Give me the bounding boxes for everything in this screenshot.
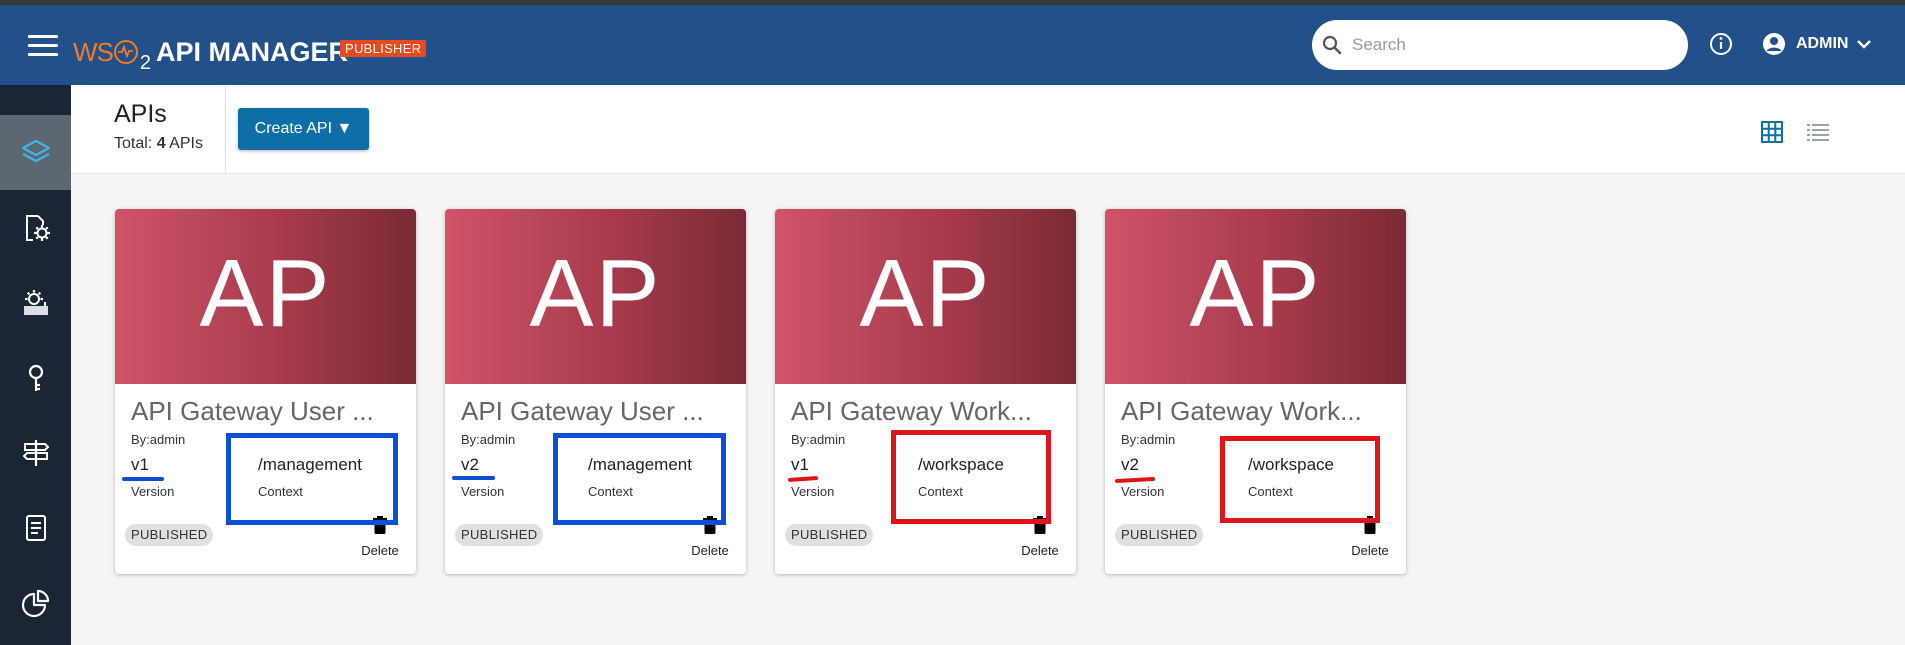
app-header: WS2 API MANAGER PUBLISHER ADMIN	[0, 5, 1905, 85]
search-box[interactable]	[1312, 20, 1688, 70]
thumbnail-text: AP	[199, 240, 332, 347]
account-circle-icon	[1763, 33, 1785, 55]
version-label: Version	[791, 484, 835, 499]
total-suffix: APIs	[169, 135, 203, 152]
annotation-box-blue	[553, 433, 726, 525]
api-owner: By:admin	[131, 432, 186, 447]
status-badge: PUBLISHED	[455, 524, 544, 546]
thumbnail-text: AP	[859, 240, 992, 347]
app-title: API MANAGER	[156, 37, 349, 67]
status-badge: PUBLISHED	[785, 524, 874, 546]
publisher-badge: PUBLISHER	[340, 40, 427, 57]
annotation-underline-blue	[122, 477, 164, 481]
status-badge: PUBLISHED	[125, 524, 214, 546]
version-label: Version	[131, 484, 175, 499]
divider	[225, 85, 226, 174]
service-catalog-icon	[23, 289, 48, 315]
thumbnail-text: AP	[529, 240, 662, 347]
api-owner: By:admin	[791, 432, 846, 447]
create-api-button[interactable]: Create API ▼	[238, 108, 369, 150]
sidebar-item-documents[interactable]	[0, 490, 71, 565]
status-badge: PUBLISHED	[1115, 524, 1204, 546]
sidebar-item-policies[interactable]	[0, 415, 71, 490]
page-title: APIs	[114, 100, 167, 128]
annotation-box-blue	[226, 433, 398, 525]
api-thumbnail[interactable]: AP	[775, 209, 1076, 384]
sidebar-item-keys[interactable]	[0, 340, 71, 415]
menu-icon[interactable]	[28, 35, 58, 57]
annotation-box-red	[891, 430, 1051, 524]
search-input[interactable]	[1352, 32, 1672, 58]
delete-label: Delete	[691, 543, 729, 558]
sidebar-item-api-settings[interactable]	[0, 190, 71, 265]
sidebar-item-apis[interactable]	[0, 115, 71, 190]
logo-mark: WS 2	[73, 37, 151, 74]
sidebar-item-analytics[interactable]	[0, 565, 71, 640]
delete-button[interactable]: Delete	[1345, 516, 1395, 566]
annotation-box-red	[1220, 436, 1380, 523]
api-version: v1	[131, 455, 149, 474]
user-menu[interactable]: ADMIN	[1762, 29, 1872, 59]
api-owner: By:admin	[461, 432, 516, 447]
sidebar-item-service-catalog[interactable]	[0, 265, 71, 340]
delete-label: Delete	[1351, 543, 1389, 558]
document-icon	[25, 514, 46, 541]
delete-label: Delete	[361, 543, 399, 558]
version-label: Version	[1121, 484, 1165, 499]
left-sidebar	[0, 85, 71, 645]
api-name[interactable]: API Gateway Work...	[1121, 396, 1396, 427]
list-view-icon[interactable]	[1807, 123, 1829, 141]
key-icon	[28, 364, 43, 391]
api-version: v2	[1121, 455, 1139, 474]
info-icon[interactable]	[1708, 31, 1734, 57]
document-gear-icon	[25, 214, 50, 241]
api-owner: By:admin	[1121, 432, 1176, 447]
search-icon	[1322, 35, 1342, 55]
api-version: v2	[461, 455, 479, 474]
api-version: v1	[791, 455, 809, 474]
total-number: 4	[156, 135, 166, 152]
grid-view-icon[interactable]	[1761, 121, 1783, 143]
annotation-underline-blue	[452, 476, 495, 480]
api-thumbnail[interactable]: AP	[1105, 209, 1406, 384]
chevron-down-icon	[1857, 40, 1872, 49]
thumbnail-text: AP	[1189, 240, 1322, 347]
total-prefix: Total:	[114, 135, 153, 152]
layers-icon	[21, 139, 50, 162]
api-thumbnail[interactable]: AP	[445, 209, 746, 384]
pie-chart-icon	[21, 589, 49, 617]
total-count: Total: 4 APIs	[114, 135, 203, 153]
delete-label: Delete	[1021, 543, 1059, 558]
page-header: APIs Total: 4 APIs Create API ▼	[71, 85, 1905, 174]
api-name[interactable]: API Gateway Work...	[791, 396, 1066, 427]
user-label: ADMIN	[1796, 35, 1849, 52]
version-label: Version	[461, 484, 505, 499]
api-thumbnail[interactable]: AP	[115, 209, 416, 384]
signpost-icon	[22, 439, 49, 466]
api-name[interactable]: API Gateway User ...	[461, 396, 736, 427]
api-name[interactable]: API Gateway User ...	[131, 396, 406, 427]
